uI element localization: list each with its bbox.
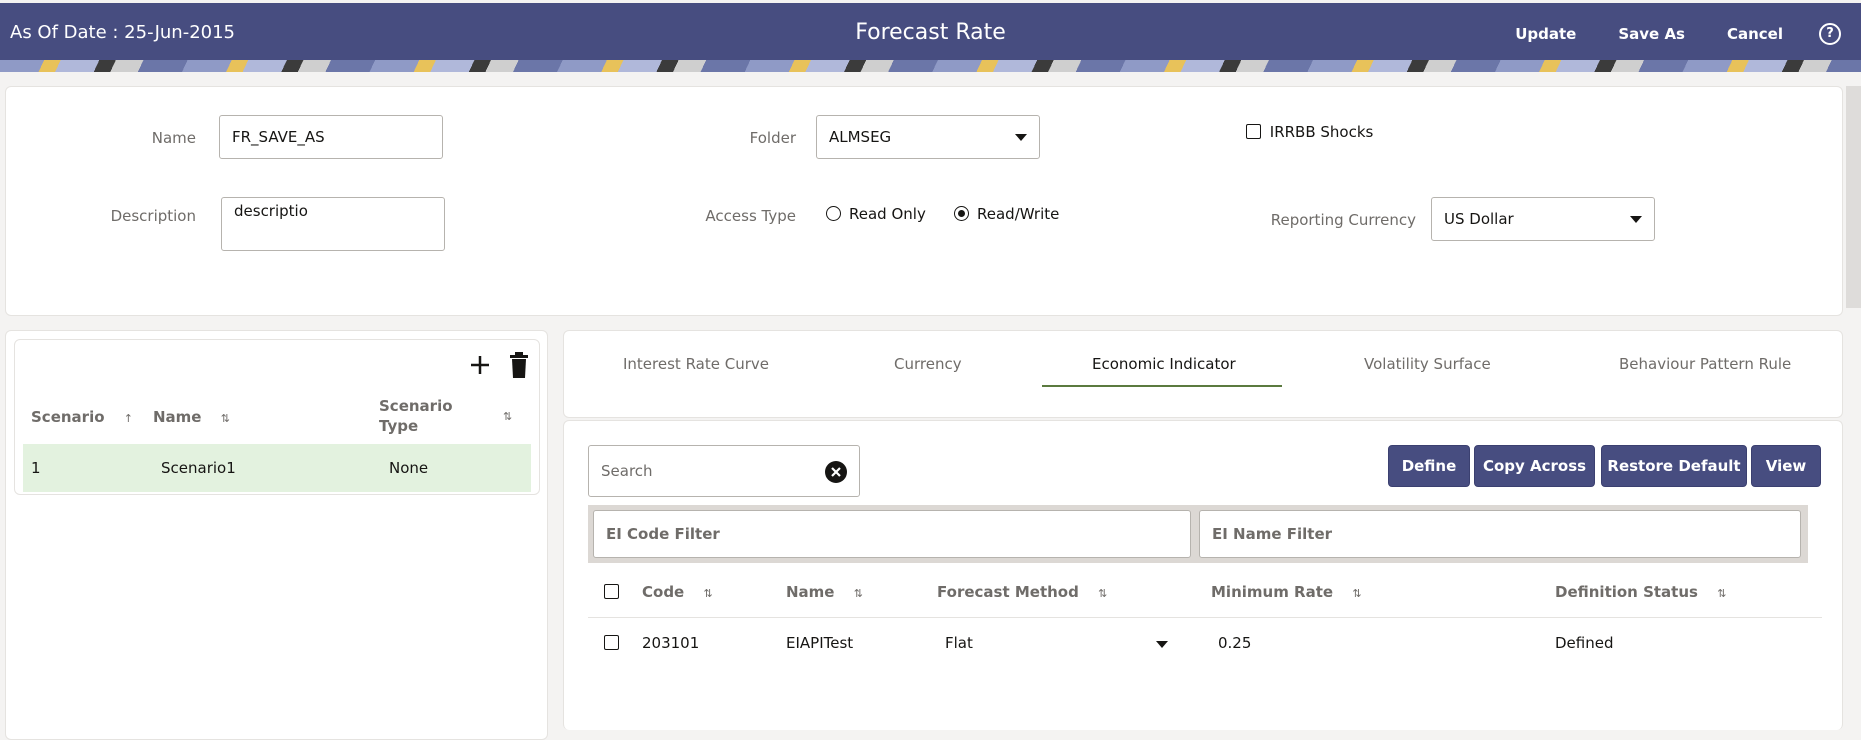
scenario-type: None — [389, 459, 429, 477]
forecast-method-value: Flat — [945, 634, 973, 652]
reporting-currency-select[interactable]: US Dollar — [1431, 197, 1655, 241]
irrbb-shocks-label: IRRBB Shocks — [1269, 123, 1374, 141]
description-label: Description — [110, 207, 196, 225]
active-tab-indicator — [1042, 385, 1282, 387]
reporting-currency-label: Reporting Currency — [1270, 211, 1416, 229]
filter-bar: EI Code Filter EI Name Filter — [588, 505, 1808, 563]
column-header-forecast-method[interactable]: Forecast Method ⇅ — [937, 583, 1107, 601]
access-type-label: Access Type — [705, 207, 796, 225]
sort-icon[interactable]: ⇅ — [1717, 587, 1726, 600]
column-header-name[interactable]: Name ⇅ — [786, 583, 863, 601]
column-header-definition-status[interactable]: Definition Status ⇅ — [1555, 583, 1726, 601]
name-input[interactable]: FR_SAVE_AS — [219, 115, 443, 159]
column-header-scenario[interactable]: Scenario ↑ — [31, 408, 133, 426]
chevron-down-icon — [1156, 641, 1168, 648]
tab-behaviour-pattern-rule[interactable]: Behaviour Pattern Rule — [1619, 355, 1791, 373]
sort-icon[interactable]: ⇅ — [703, 587, 712, 600]
scenario-table: Scenario ↑ Name ⇅ Scenario Type ⇅ 1 Scen… — [14, 339, 540, 495]
read-write-label: Read/Write — [977, 205, 1060, 223]
clear-icon[interactable] — [825, 461, 847, 483]
economic-indicator-panel: Search Define Copy Across Restore Defaul… — [563, 420, 1843, 730]
name-label: Name — [151, 129, 196, 147]
description-textarea[interactable]: descriptio — [221, 197, 445, 251]
copy-across-button[interactable]: Copy Across — [1474, 445, 1595, 487]
update-button[interactable]: Update — [1515, 25, 1576, 43]
checkbox-icon[interactable] — [1246, 124, 1261, 139]
table-row[interactable]: 1 Scenario1 None — [23, 444, 531, 492]
sort-icon[interactable]: ⇅ — [854, 587, 863, 600]
forecast-method-select[interactable]: Flat — [936, 624, 1176, 664]
ei-name-filter[interactable]: EI Name Filter — [1199, 510, 1801, 558]
add-icon[interactable] — [469, 354, 491, 376]
access-read-only[interactable]: Read Only — [826, 205, 926, 223]
scenario-number: 1 — [31, 459, 41, 477]
scenario-panel: Scenario ↑ Name ⇅ Scenario Type ⇅ 1 Scen… — [5, 330, 548, 740]
ei-code: 203101 — [642, 634, 700, 652]
help-icon[interactable]: ? — [1819, 23, 1841, 45]
irrbb-shocks-checkbox[interactable]: IRRBB Shocks — [1246, 123, 1373, 141]
sort-icon[interactable]: ⇅ — [1098, 587, 1107, 600]
column-header-code[interactable]: Code ⇅ — [642, 583, 713, 601]
decorative-banner — [0, 60, 1861, 72]
sort-icon[interactable]: ⇅ — [1352, 587, 1361, 600]
minimum-rate[interactable]: 0.25 — [1218, 634, 1251, 652]
view-button[interactable]: View — [1751, 445, 1821, 487]
sort-icon[interactable]: ⇅ — [221, 412, 230, 425]
tab-economic-indicator[interactable]: Economic Indicator — [1092, 355, 1236, 373]
tab-currency[interactable]: Currency — [894, 355, 962, 373]
tab-volatility-surface[interactable]: Volatility Surface — [1364, 355, 1491, 373]
column-header-minimum-rate[interactable]: Minimum Rate ⇅ — [1211, 583, 1362, 601]
folder-value: ALMSEG — [829, 128, 892, 146]
table-row[interactable]: 203101 EIAPITest Flat 0.25 Defined — [588, 618, 1822, 670]
header-actions: Update Save As Cancel ? — [1473, 23, 1841, 45]
app-header: As Of Date : 25-Jun-2015 Forecast Rate U… — [0, 0, 1861, 60]
trash-icon[interactable] — [509, 352, 529, 378]
cancel-button[interactable]: Cancel — [1727, 25, 1783, 43]
definition-status: Defined — [1555, 634, 1614, 652]
select-all-checkbox[interactable] — [604, 584, 619, 599]
radio-icon[interactable] — [826, 206, 841, 221]
chevron-down-icon — [1015, 134, 1027, 141]
scenario-name: Scenario1 — [161, 459, 236, 477]
folder-label: Folder — [749, 129, 796, 147]
radio-selected-icon[interactable] — [954, 206, 969, 221]
tab-interest-rate-curve[interactable]: Interest Rate Curve — [623, 355, 769, 373]
folder-select[interactable]: ALMSEG — [816, 115, 1040, 159]
read-only-label: Read Only — [849, 205, 926, 223]
page-scrollbar[interactable] — [1846, 86, 1861, 308]
column-header-name[interactable]: Name ⇅ — [153, 408, 230, 426]
search-placeholder: Search — [601, 462, 653, 480]
define-button[interactable]: Define — [1388, 445, 1470, 487]
definition-form: Name FR_SAVE_AS Description descriptio F… — [5, 86, 1843, 316]
sort-asc-icon[interactable]: ↑ — [124, 412, 133, 425]
tab-bar: Interest Rate Curve Currency Economic In… — [563, 330, 1843, 418]
search-input[interactable]: Search — [588, 445, 860, 497]
sort-icon[interactable]: ⇅ — [503, 410, 512, 423]
row-checkbox[interactable] — [604, 635, 619, 650]
restore-default-button[interactable]: Restore Default — [1601, 445, 1747, 487]
save-as-button[interactable]: Save As — [1618, 25, 1685, 43]
column-header-scenario-type[interactable]: Scenario Type — [379, 396, 453, 436]
ei-code-filter[interactable]: EI Code Filter — [593, 510, 1191, 558]
reporting-currency-value: US Dollar — [1444, 210, 1514, 228]
access-read-write[interactable]: Read/Write — [954, 205, 1059, 223]
ei-name: EIAPITest — [786, 634, 854, 652]
chevron-down-icon — [1630, 216, 1642, 223]
